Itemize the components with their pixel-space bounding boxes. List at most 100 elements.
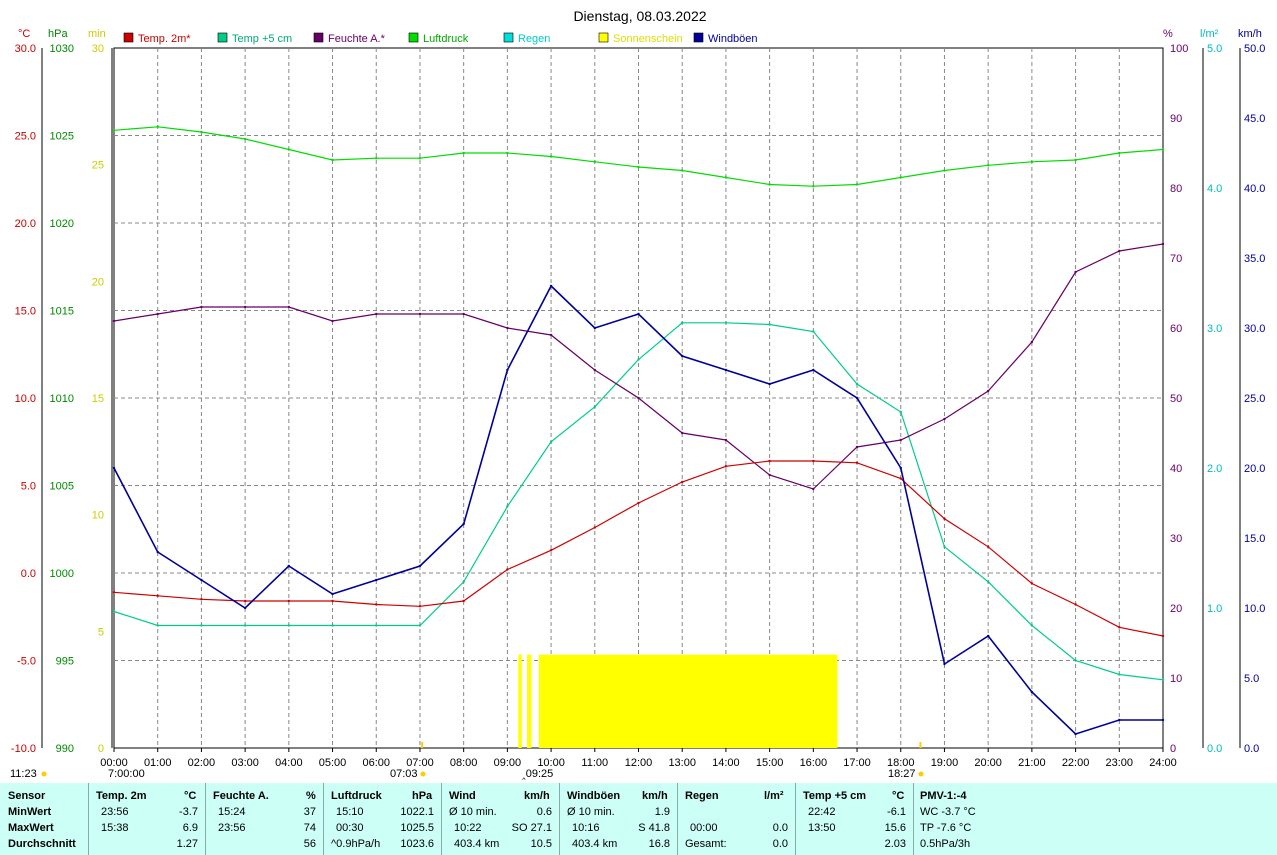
regen-total: 0.0 xyxy=(772,838,788,850)
series-point xyxy=(418,564,422,568)
series-point xyxy=(768,323,771,326)
series-point xyxy=(681,354,684,358)
humidity-tick-label: 30 xyxy=(1170,533,1182,545)
feuchte-avg: 56 xyxy=(303,838,316,850)
row-label-max: MaxWert xyxy=(8,822,54,834)
series-point xyxy=(812,487,815,491)
chart-title: Dienstag, 08.03.2022 xyxy=(573,8,706,24)
series-point xyxy=(986,545,990,548)
series-point xyxy=(418,157,422,160)
temp-tick-label: 15.0 xyxy=(15,306,36,318)
pmv-dew-point: TP -7.6 °C xyxy=(920,822,972,834)
windboeen-max: S 41.8 xyxy=(638,822,670,834)
sunrise-dot xyxy=(420,771,426,777)
temp5cm-avg: 2.03 xyxy=(884,838,906,850)
series-point xyxy=(287,564,291,568)
regen-header: Regen xyxy=(685,790,719,802)
series-point xyxy=(331,624,334,627)
x-tick-label: 19:00 xyxy=(931,757,959,769)
pressure-tick-label: 1010 xyxy=(50,393,74,405)
series-point xyxy=(462,599,465,603)
series-point xyxy=(768,183,771,186)
series-point xyxy=(1030,624,1034,627)
series-point xyxy=(637,501,640,505)
wind-unit-label: km/h xyxy=(1238,28,1262,40)
series-point xyxy=(287,599,291,603)
series-point xyxy=(1074,603,1077,606)
feuchte-min-time: 15:24 xyxy=(218,806,246,818)
x-tick-label: 15:00 xyxy=(756,757,784,769)
series-point xyxy=(418,605,422,608)
temp2m-unit: °C xyxy=(184,790,197,802)
temp-tick-label: 25.0 xyxy=(15,131,36,143)
sun-peak-label: ‸09:25 xyxy=(522,768,553,780)
temp2m-min: -3.7 xyxy=(179,806,198,818)
series-point xyxy=(681,321,684,324)
minutes-tick-label: 20 xyxy=(92,276,104,288)
temp2m-min-time: 23:56 xyxy=(101,806,129,818)
minutes-tick-label: 0 xyxy=(98,743,104,755)
luftdruck-avg: 1023.6 xyxy=(400,838,434,850)
series-point xyxy=(724,438,728,442)
legend-label: Sonnenschein xyxy=(613,33,683,45)
series-point xyxy=(724,368,728,372)
x-tick-label: 04:00 xyxy=(275,757,303,769)
series-point xyxy=(812,330,815,333)
series-point xyxy=(768,473,771,477)
series-point xyxy=(200,598,203,601)
legend-label: Windböen xyxy=(708,33,758,45)
luftdruck-header: Luftdruck xyxy=(331,790,382,802)
pressure-tick-label: 995 xyxy=(56,656,74,668)
temp-tick-label: 10.0 xyxy=(15,393,36,405)
feuchte-unit: % xyxy=(306,790,316,802)
windboeen-min: 1.9 xyxy=(654,806,670,818)
wind-tick-label: 35.0 xyxy=(1244,253,1265,265)
legend-label: Regen xyxy=(518,33,550,45)
series-point xyxy=(112,319,116,323)
temp-tick-label: -5.0 xyxy=(17,656,36,668)
temp5cm-max-time: 13:50 xyxy=(808,822,836,834)
x-tick-label: 17:00 xyxy=(843,757,871,769)
humidity-tick-label: 0 xyxy=(1170,743,1176,755)
windboeen-distance: 403.4 km xyxy=(572,838,618,850)
sun-marker-dot xyxy=(41,771,47,777)
wind-header: Wind xyxy=(449,790,476,802)
minutes-tick-label: 10 xyxy=(92,510,104,522)
sunshine-bar xyxy=(518,654,522,748)
windboeen-min-label: Ø 10 min. xyxy=(567,806,615,818)
series-point xyxy=(462,151,465,155)
minutes-tick-label: 30 xyxy=(92,43,104,55)
temp5cm-max: 15.6 xyxy=(884,822,906,834)
x-tick-label: 21:00 xyxy=(1018,757,1046,769)
rain-tick-label: 0.0 xyxy=(1207,743,1222,755)
series-point xyxy=(375,624,378,627)
humidity-tick-label: 40 xyxy=(1170,463,1182,475)
x-tick-label: 23:00 xyxy=(1106,757,1134,769)
series-point xyxy=(637,358,640,361)
regen-max-time: 00:00 xyxy=(690,822,718,834)
humidity-tick-label: 20 xyxy=(1170,603,1182,615)
luftdruck-max-time: 00:30 xyxy=(336,822,364,834)
series-point xyxy=(243,137,247,141)
pmv-pressure-trend: 0.5hPa/3h xyxy=(920,838,971,850)
feuchte-max-time: 23:56 xyxy=(218,822,246,834)
series-point xyxy=(156,594,159,597)
series-point xyxy=(375,157,378,160)
sun-marker-tick-label: 7:00:00 xyxy=(108,768,145,780)
series-point xyxy=(243,606,247,610)
series-point xyxy=(549,333,553,337)
legend-swatch xyxy=(503,32,514,43)
wind-tick-label: 50.0 xyxy=(1244,43,1265,55)
windboeen-avg: 16.8 xyxy=(648,838,670,850)
minutes-tick-label: 5 xyxy=(98,626,104,638)
regen-max: 0.0 xyxy=(772,822,788,834)
row-label-avg: Durchschnitt xyxy=(8,838,76,850)
series-point xyxy=(156,125,159,128)
series-point xyxy=(418,312,422,316)
series-point xyxy=(462,312,465,316)
wind-tick-label: 0.0 xyxy=(1244,743,1259,755)
series-point xyxy=(681,431,684,435)
pressure-tick-label: 1020 xyxy=(50,218,74,230)
wind-unit: km/h xyxy=(524,790,550,802)
feuchte-max: 74 xyxy=(303,822,316,834)
